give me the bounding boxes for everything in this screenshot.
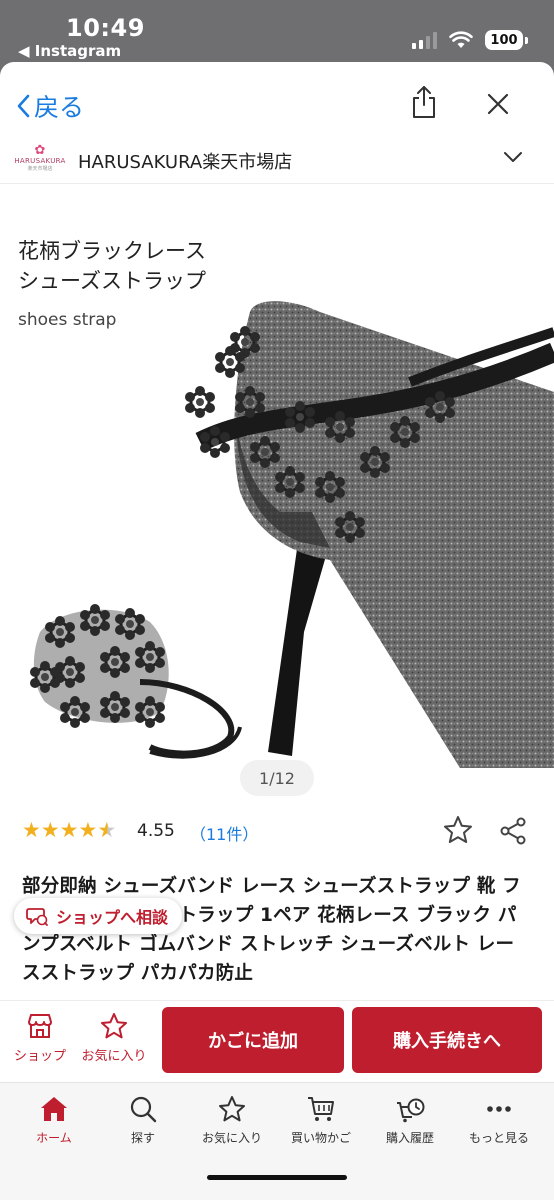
shop-logo-text: HARUSAKURA [14,157,66,165]
shop-chat-button[interactable]: ショップへ相談 [14,898,183,934]
favorite-button[interactable]: お気に入り [76,1011,152,1064]
more-icon [487,1106,511,1112]
back-label: 戻る [34,93,85,122]
star-icon: ★ [22,818,41,842]
tab-more-label: もっと見る [468,1131,529,1145]
tab-home-label: ホーム [36,1131,72,1145]
battery-icon: 100 [485,30,528,50]
store-icon [28,1014,52,1038]
favorite-star-icon[interactable] [442,814,474,846]
rating-row: ★ ★ ★ ★ ★ 4.55 （11件） [0,814,554,850]
tab-history-label: 購入履歴 [385,1131,434,1145]
tab-purchase-history[interactable]: 購入履歴 [364,1095,456,1146]
status-bar: 10:49 ◀ Instagram 100 [0,0,554,62]
star-icon: ★ [59,818,79,842]
add-to-cart-button[interactable]: かごに追加 [162,1007,344,1073]
star-icon: ★ [78,818,98,842]
close-icon[interactable] [486,92,510,116]
navigation-bar: 戻る [0,62,554,138]
checkout-button[interactable]: 購入手続きへ [352,1007,542,1073]
tab-more[interactable]: もっと見る [453,1095,545,1146]
review-count-link[interactable]: （11件） [190,821,258,845]
shop-name[interactable]: HARUSAKURA楽天市場店 [78,148,292,174]
shop-logo: ✿ HARUSAKURA 楽天市場店 [14,144,66,176]
share-icon[interactable] [410,84,438,120]
star-outline-icon [101,1013,127,1039]
image-caption-title: 花柄ブラックレース シューズストラップ [18,236,206,296]
tab-search[interactable]: 探す [97,1095,189,1146]
shop-button[interactable]: ショップ [10,1011,70,1064]
rating-stars: ★ ★ ★ ★ ★ [22,818,116,842]
tab-favorites[interactable]: お気に入り [186,1095,278,1146]
star-half-icon: ★ [97,818,117,842]
tab-cart-label: 買い物かご [290,1131,351,1145]
shop-chat-label: ショップへ相談 [56,908,169,927]
shop-header[interactable]: ✿ HARUSAKURA 楽天市場店 HARUSAKURA楽天市場店 [0,138,554,184]
tab-favorites-label: お気に入り [201,1131,262,1145]
signal-icon [412,31,437,49]
app-sheet: 戻る ✿ HARUSAKURA 楽天市場店 HARUSAKURA楽天市場店 花柄… [0,62,554,1200]
image-caption-subtitle: shoes strap [18,310,117,330]
home-indicator [207,1175,347,1180]
cart-icon [308,1097,334,1121]
status-time: 10:49 [66,14,145,42]
favorite-button-label: お気に入り [81,1049,147,1064]
chat-icon [26,908,48,926]
chevron-down-icon[interactable] [502,150,524,164]
tab-cart[interactable]: 買い物かご [275,1095,367,1146]
chevron-left-icon [17,94,30,118]
battery-level: 100 [485,30,523,50]
shop-logo-sub: 楽天市場店 [27,166,53,172]
search-icon [130,1096,157,1123]
product-title: 部分即納 シューズバンド レース シューズストラップ 靴 フラット パンプススト… [22,876,521,984]
image-caption-line2: シューズストラップ [18,269,206,293]
tab-search-label: 探す [130,1131,155,1145]
bottom-tab-bar: ホーム 探す お気に入り 買い物かご 購入履歴 もっと見る [0,1082,554,1200]
star-icon: ★ [40,818,60,842]
image-counter: 1/12 [240,760,314,796]
shop-button-label: ショップ [13,1049,66,1064]
status-indicators: 100 [412,30,528,50]
image-caption-line1: 花柄ブラックレース [18,239,206,263]
back-to-instagram[interactable]: ◀ Instagram [18,42,121,60]
star-icon [219,1096,245,1122]
purchase-action-bar: ショップ お気に入り かごに追加 購入手続きへ [0,1000,554,1080]
rating-value: 4.55 [137,821,175,841]
home-icon [41,1097,67,1121]
share-nodes-icon[interactable] [498,816,528,846]
tab-home[interactable]: ホーム [8,1095,100,1146]
back-button[interactable]: 戻る [16,88,84,124]
history-icon [397,1098,425,1123]
flower-icon: ✿ [34,143,46,158]
product-image-carousel[interactable]: 花柄ブラックレース シューズストラップ shoes strap [0,212,554,768]
wifi-icon [449,31,473,48]
